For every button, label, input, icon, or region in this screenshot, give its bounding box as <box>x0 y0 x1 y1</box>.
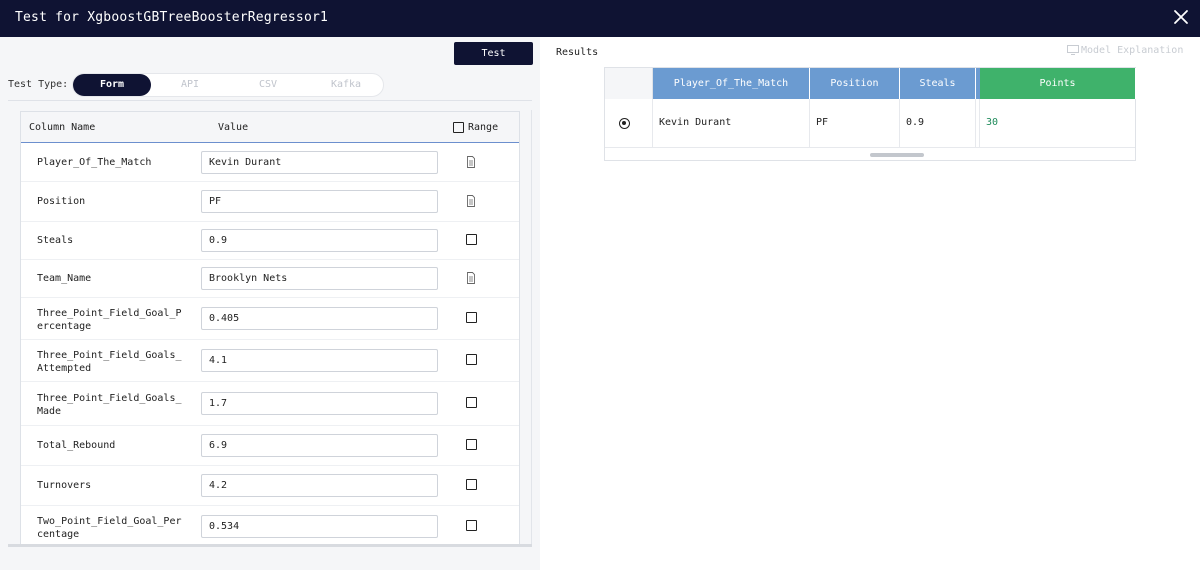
results-horizontal-scrollbar[interactable] <box>605 147 1135 161</box>
test-type-switch: Form API CSV Kafka <box>72 73 384 97</box>
row-radio[interactable] <box>619 118 630 129</box>
form-row: Two_Point_Field_Goal_Percentage <box>21 506 519 544</box>
column-name: Steals <box>37 235 74 246</box>
scrollbar-thumb[interactable] <box>870 153 924 157</box>
column-name: Turnovers <box>37 480 92 491</box>
document-icon <box>467 195 475 207</box>
test-type-kafka[interactable]: Kafka <box>307 74 385 96</box>
horizontal-scrollbar[interactable] <box>8 544 532 547</box>
test-type-api[interactable]: API <box>151 74 229 96</box>
value-input[interactable] <box>201 349 438 372</box>
range-checkbox[interactable] <box>453 122 464 133</box>
close-icon[interactable] <box>1173 9 1189 25</box>
row-select-cell <box>605 99 653 147</box>
column-name: Player_Of_The_Match <box>37 157 152 168</box>
results-table: Player_Of_The_Match Position Steals Poin… <box>604 67 1136 161</box>
form-row: Player_Of_The_Match <box>21 144 519 182</box>
form-row: Three_Point_Field_Goals_Made <box>21 382 519 426</box>
vertical-scrollbar[interactable] <box>531 110 532 545</box>
column-name: Position <box>37 196 86 207</box>
value-input[interactable] <box>201 229 438 252</box>
range-checkbox[interactable] <box>466 312 477 323</box>
form-row: Steals <box>21 222 519 260</box>
dialog-title: Test for XgboostGBTreeBoosterRegressor1 <box>15 10 329 25</box>
model-explanation-button[interactable]: Model Explanation <box>1067 45 1183 56</box>
form-row: Turnovers <box>21 466 519 506</box>
value-header: Value <box>218 122 249 133</box>
document-icon <box>467 156 475 168</box>
value-input[interactable] <box>201 267 438 290</box>
value-input[interactable] <box>201 151 438 174</box>
model-explanation-label: Model Explanation <box>1081 45 1184 56</box>
document-icon <box>467 272 475 284</box>
form-table: Column Name Value Range Player_Of_The_Ma… <box>20 111 520 545</box>
select-column-header <box>605 68 653 99</box>
value-input[interactable] <box>201 392 438 415</box>
column-name: Total_Rebound <box>37 440 116 451</box>
column-name: Three_Point_Field_Goals_Attempted <box>37 350 182 374</box>
value-input[interactable] <box>201 434 438 457</box>
column-name: Team_Name <box>37 273 92 284</box>
column-name-header: Column Name <box>29 122 96 133</box>
col-header-steals: Steals <box>900 68 976 99</box>
form-row: Team_Name <box>21 260 519 298</box>
column-name: Three_Point_Field_Goal_Percentage <box>37 308 182 332</box>
column-name: Three_Point_Field_Goals_Made <box>37 393 182 417</box>
range-checkbox[interactable] <box>466 439 477 450</box>
column-name: Two_Point_Field_Goal_Percentage <box>37 516 182 540</box>
range-checkbox[interactable] <box>466 479 477 490</box>
range-checkbox[interactable] <box>466 520 477 531</box>
range-checkbox[interactable] <box>466 397 477 408</box>
title-bar: Test for XgboostGBTreeBoosterRegressor1 <box>0 0 1200 37</box>
value-input[interactable] <box>201 515 438 538</box>
range-checkbox[interactable] <box>466 354 477 365</box>
value-input[interactable] <box>201 474 438 497</box>
cell-points: 30 <box>986 117 999 128</box>
cell-steals: 0.9 <box>900 99 976 147</box>
test-input-panel: Test Test Type: Form API CSV Kafka Colum… <box>0 37 540 570</box>
divider <box>8 100 532 101</box>
range-label: Range <box>468 122 499 133</box>
form-row: Total_Rebound <box>21 426 519 466</box>
value-input[interactable] <box>201 190 438 213</box>
value-input[interactable] <box>201 307 438 330</box>
test-type-csv[interactable]: CSV <box>229 74 307 96</box>
form-row: Position <box>21 182 519 222</box>
col-header-points: Points <box>980 68 1136 99</box>
test-button[interactable]: Test <box>454 42 533 65</box>
col-header-player: Player_Of_The_Match <box>653 68 810 99</box>
cell-player: Kevin Durant <box>653 99 810 147</box>
col-header-position: Position <box>810 68 900 99</box>
form-row: Three_Point_Field_Goal_Percentage <box>21 298 519 340</box>
form-header: Column Name Value Range <box>21 112 519 143</box>
form-row: Three_Point_Field_Goals_Attempted <box>21 340 519 382</box>
cell-position: PF <box>810 99 900 147</box>
monitor-icon <box>1067 45 1079 55</box>
test-type-label: Test Type: <box>8 79 69 90</box>
range-checkbox[interactable] <box>466 234 477 245</box>
results-panel: Results Model Explanation Player_Of_The_… <box>540 37 1200 570</box>
test-type-form[interactable]: Form <box>73 74 151 96</box>
results-label: Results <box>556 47 599 58</box>
